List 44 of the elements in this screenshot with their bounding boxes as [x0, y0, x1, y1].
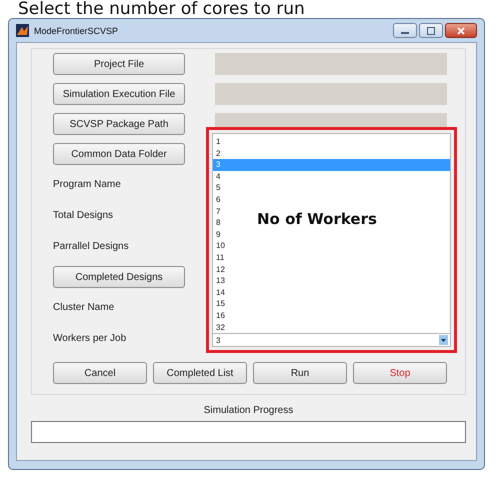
field-label: Program Name — [53, 179, 122, 190]
dropdown-option[interactable]: 15 — [213, 298, 233, 310]
field-label: Cluster Name — [53, 302, 116, 313]
minimize-button[interactable] — [393, 23, 417, 38]
field-label: Workers per Job — [53, 333, 128, 344]
close-button[interactable] — [445, 23, 477, 38]
dropdown-option[interactable]: 16 — [213, 310, 233, 322]
caption-text: Select the number of cores to run — [17, 0, 306, 18]
path-field[interactable] — [215, 53, 447, 75]
dropdown-option[interactable]: 8 — [213, 217, 233, 229]
action-button[interactable]: Cancel — [53, 362, 147, 384]
dropdown-option[interactable]: 10 — [213, 240, 233, 252]
maximize-button[interactable] — [419, 23, 443, 38]
browse-button[interactable]: Common Data Folder — [53, 143, 185, 165]
browse-button[interactable]: Simulation Execution File — [53, 83, 185, 105]
browse-button[interactable]: SCVSP Package Path — [53, 113, 185, 135]
dropdown-option[interactable]: 11 — [213, 252, 233, 264]
dropdown-option[interactable]: 32 — [213, 322, 233, 334]
action-button[interactable]: Stop — [353, 362, 447, 384]
dropdown-option[interactable]: 12 — [213, 264, 233, 276]
dropdown-option[interactable]: 7 — [213, 206, 233, 218]
dropdown-option[interactable]: 9 — [213, 228, 233, 240]
caret-icon — [439, 335, 448, 346]
annotation-text: No of Workers — [257, 210, 377, 228]
maximize-icon — [427, 26, 435, 34]
dropdown-option[interactable]: 13 — [213, 275, 233, 287]
close-icon — [457, 26, 465, 34]
dropdown-option[interactable]: 2 — [213, 148, 233, 160]
dropdown-option[interactable]: 4 — [213, 170, 233, 182]
browse-button[interactable]: Project File — [53, 53, 185, 75]
dropdown-option[interactable]: 1 — [213, 136, 233, 148]
workers-dropdown[interactable]: 3 — [212, 334, 451, 347]
path-field[interactable] — [215, 83, 447, 105]
action-button[interactable]: Completed List — [153, 362, 247, 384]
action-button[interactable]: Run — [253, 362, 347, 384]
app-icon — [16, 24, 29, 37]
progress-label: Simulation Progress — [202, 405, 294, 416]
dropdown-option[interactable]: 14 — [213, 286, 233, 298]
browse-button[interactable]: Completed Designs — [53, 266, 185, 288]
dropdown-option[interactable]: 5 — [213, 182, 233, 194]
dropdown-option[interactable]: 6 — [213, 194, 233, 206]
field-label: Total Designs — [53, 210, 114, 221]
field-label: Parrallel Designs — [53, 241, 130, 252]
window-title: ModeFrontierSCVSP — [34, 26, 118, 36]
